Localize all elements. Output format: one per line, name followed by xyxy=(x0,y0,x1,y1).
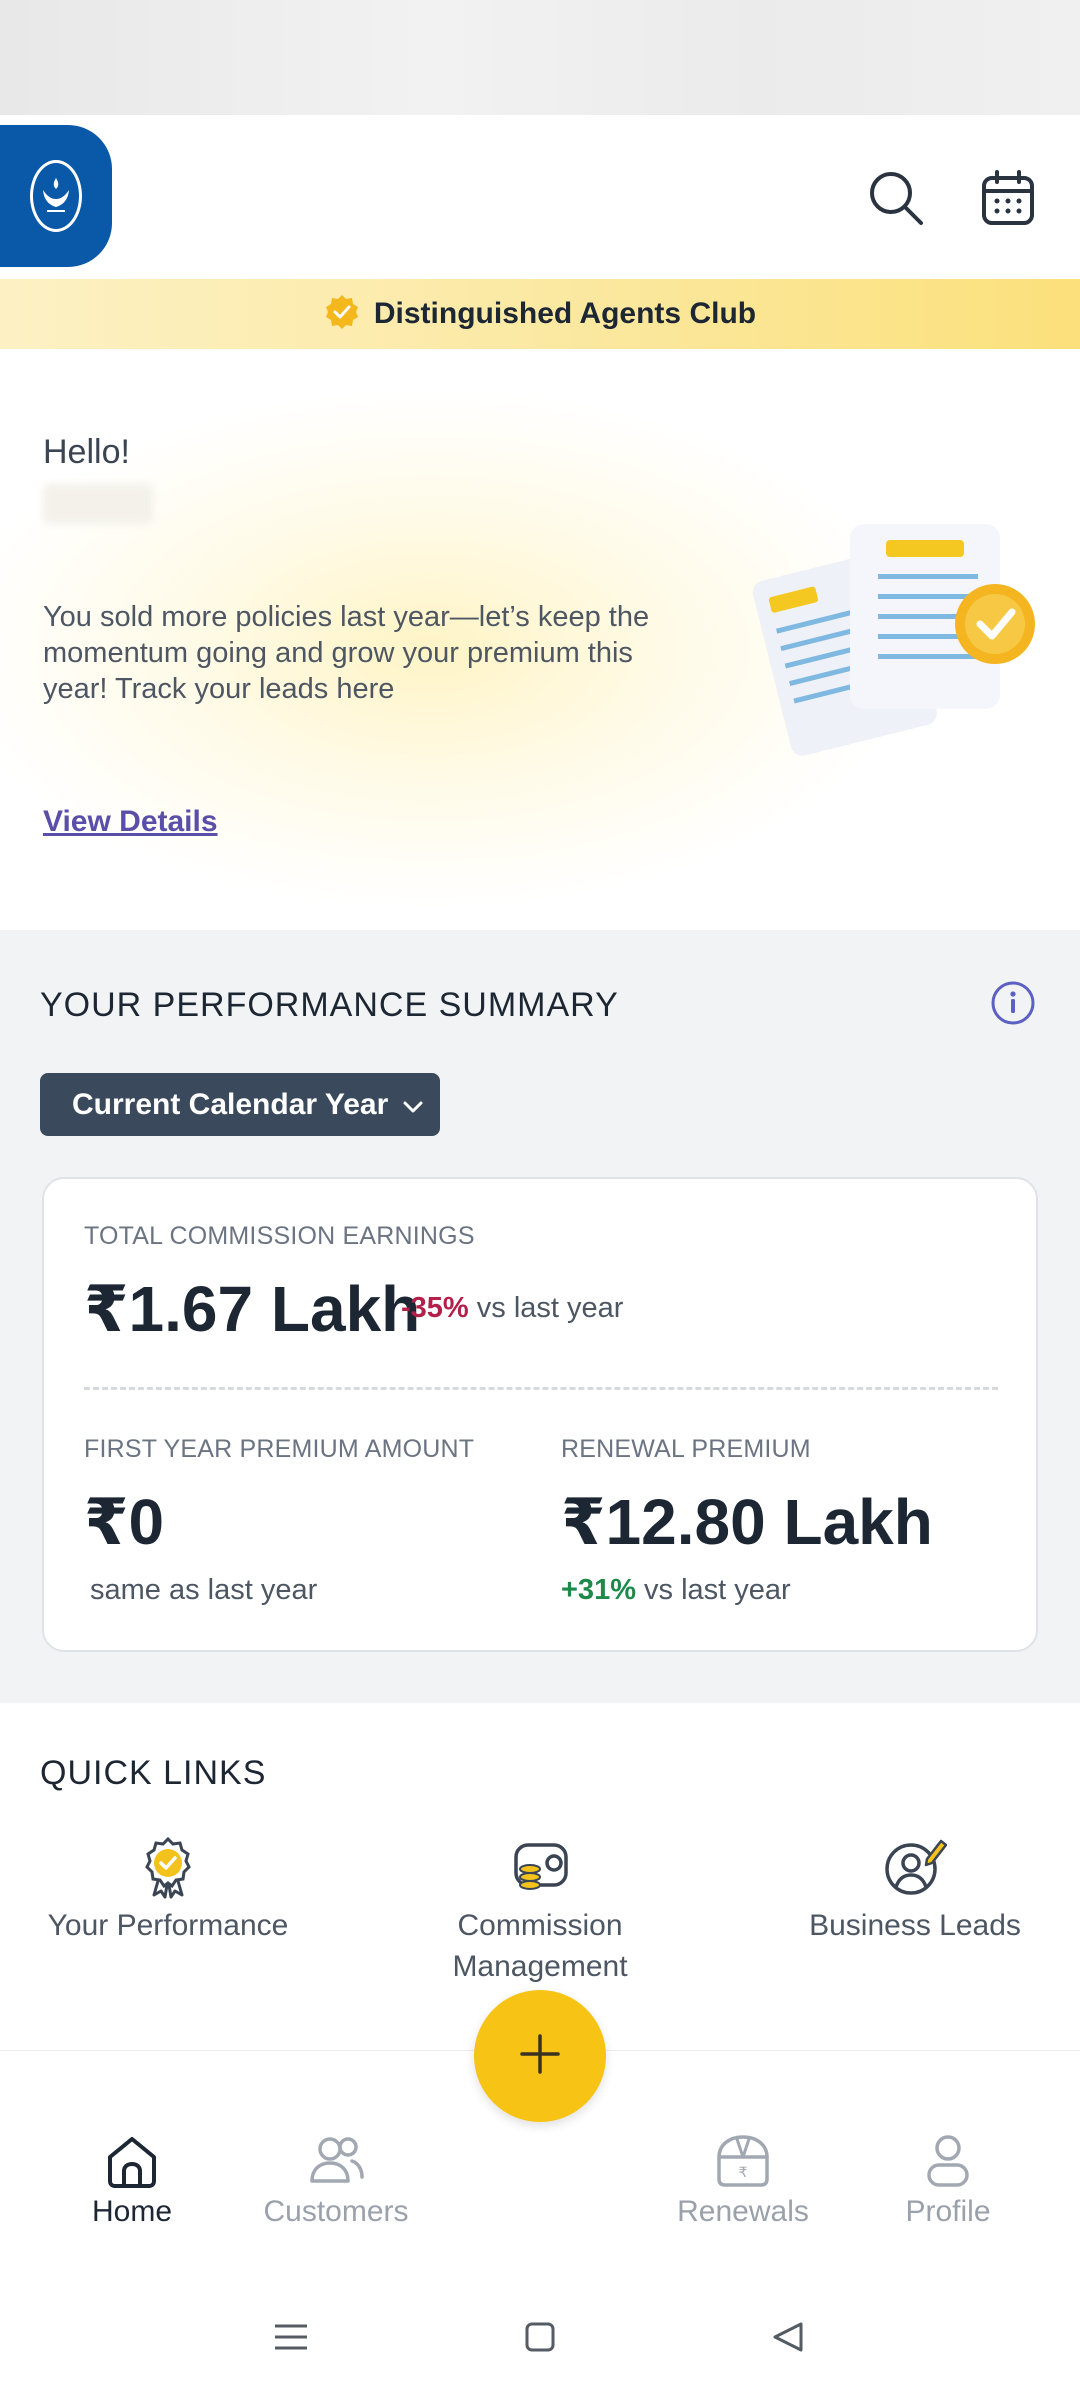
quick-link-label: Business Leads xyxy=(809,1909,1021,1942)
search-icon[interactable] xyxy=(861,163,931,233)
profile-icon xyxy=(918,2131,978,2191)
greeting: Hello! xyxy=(43,433,130,471)
total-commission-label: TOTAL COMMISSION EARNINGS xyxy=(84,1222,475,1250)
app-header xyxy=(0,115,1080,279)
summary-card: TOTAL COMMISSION EARNINGS ₹1.67 Lakh -35… xyxy=(42,1177,1038,1652)
period-dropdown-label: Current Calendar Year xyxy=(72,1087,389,1121)
award-icon xyxy=(136,1835,200,1899)
commission-icon xyxy=(508,1835,572,1899)
verified-badge-icon xyxy=(324,294,360,335)
view-details-link[interactable]: View Details xyxy=(43,805,218,839)
nav-label: Customers xyxy=(263,2195,409,2228)
quick-link-label: Commission Management xyxy=(452,1909,628,1983)
quick-link-label: Your Performance xyxy=(47,1909,289,1942)
club-banner[interactable]: Distinguished Agents Club xyxy=(0,279,1080,349)
add-fab-button[interactable] xyxy=(474,1990,606,2122)
svg-text:₹: ₹ xyxy=(739,2165,748,2181)
total-commission-delta-suffix: vs last year xyxy=(476,1292,624,1324)
renewal-premium-label: RENEWAL PREMIUM xyxy=(561,1435,811,1463)
nav-label: Renewals xyxy=(677,2195,809,2228)
total-commission-delta: -35% xyxy=(401,1292,469,1324)
renewal-premium-delta: +31% xyxy=(561,1574,636,1606)
nav-renewals[interactable]: ₹ Renewals xyxy=(658,2131,828,2229)
quick-links-title: QUICK LINKS xyxy=(40,1754,267,1792)
lic-hands-lamp-logo-icon xyxy=(30,160,82,232)
club-banner-text: Distinguished Agents Club xyxy=(373,297,757,330)
back-icon[interactable] xyxy=(763,2312,813,2362)
chevron-down-icon xyxy=(402,1088,424,1122)
renewal-premium-value: ₹12.80 Lakh xyxy=(561,1486,933,1558)
performance-summary-section: YOUR PERFORMANCE SUMMARY Current Calenda… xyxy=(0,930,1080,1703)
renewal-premium-delta-suffix: vs last year xyxy=(644,1574,791,1606)
first-year-premium-note: same as last year xyxy=(90,1574,318,1606)
system-nav-bar xyxy=(0,2270,1080,2400)
performance-title: YOUR PERFORMANCE SUMMARY xyxy=(40,986,619,1024)
home-square-icon[interactable] xyxy=(515,2312,565,2362)
user-edit-icon xyxy=(883,1835,948,1899)
total-commission-value: ₹1.67 Lakh xyxy=(84,1273,421,1345)
quick-link-your-performance[interactable]: Your Performance xyxy=(38,1835,298,1946)
first-year-premium-label: FIRST YEAR PREMIUM AMOUNT xyxy=(84,1435,475,1463)
nav-profile[interactable]: Profile xyxy=(863,2131,1033,2229)
status-bar-area xyxy=(0,0,1080,115)
documents-illustration-icon xyxy=(750,504,1050,764)
hello-card: Hello! You sold more policies last year—… xyxy=(0,349,1080,930)
nav-label: Home xyxy=(91,2195,173,2228)
renewal-premium-delta-line: +31% vs last year xyxy=(561,1574,791,1607)
renewals-icon: ₹ xyxy=(713,2131,773,2191)
customers-icon xyxy=(306,2131,366,2191)
divider xyxy=(84,1387,998,1390)
hello-message: You sold more policies last year—let’s k… xyxy=(43,601,650,705)
nav-customers[interactable]: Customers xyxy=(251,2131,421,2229)
nav-label: Profile xyxy=(905,2195,991,2228)
blurred-agent-name xyxy=(43,484,153,524)
plus-icon xyxy=(518,2032,562,2081)
nav-home[interactable]: Home xyxy=(47,2131,217,2229)
total-commission-delta-line: -35% vs last year xyxy=(401,1292,623,1325)
quick-link-commission-management[interactable]: Commission Management xyxy=(410,1835,670,1987)
lic-logo[interactable] xyxy=(0,125,112,267)
home-icon xyxy=(102,2131,162,2191)
first-year-premium-value: ₹0 xyxy=(84,1486,165,1558)
period-dropdown[interactable]: Current Calendar Year xyxy=(40,1073,440,1136)
quick-link-business-leads[interactable]: Business Leads xyxy=(790,1835,1040,1946)
calendar-icon[interactable] xyxy=(973,163,1043,233)
info-icon[interactable] xyxy=(990,980,1036,1026)
menu-icon[interactable] xyxy=(266,2312,316,2362)
